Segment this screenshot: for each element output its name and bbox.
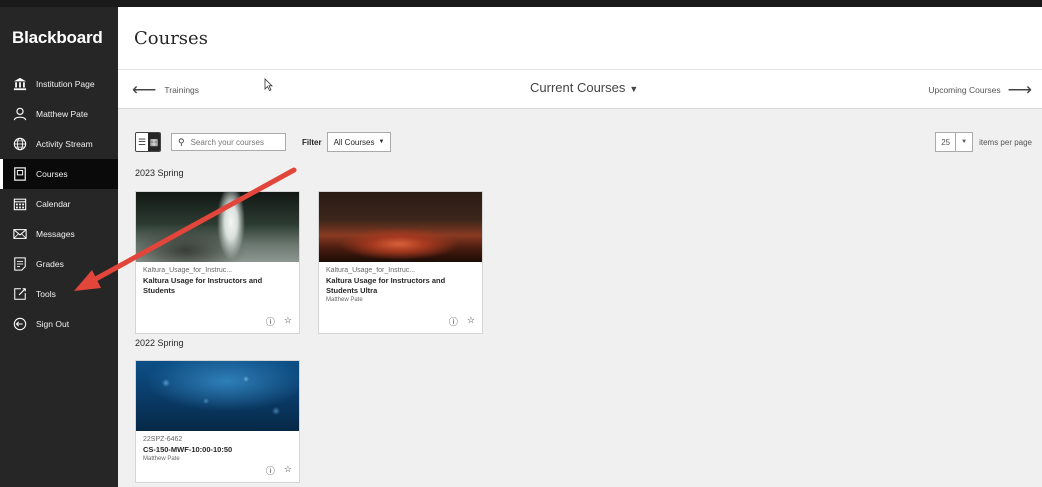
items-per-page-value: 25 <box>936 133 957 151</box>
term-heading: 2023 Spring <box>135 168 184 178</box>
grades-icon <box>13 257 27 271</box>
page-header: Courses <box>118 7 1042 69</box>
sidebar-item-institution-page[interactable]: Institution Page <box>0 69 118 99</box>
current-courses-label: Current Courses <box>530 80 626 95</box>
caret-down-icon: ▼ <box>961 139 968 145</box>
favorite-star-icon[interactable]: ☆ <box>284 315 292 328</box>
filter-label: Filter <box>302 137 322 147</box>
page-title: Courses <box>134 27 208 49</box>
course-card[interactable]: 22SPZ-6462 CS-150-MWF-10:00-10:50 Matthe… <box>135 360 300 483</box>
arrow-right-icon: ⟶ <box>1007 80 1032 99</box>
favorite-star-icon[interactable]: ☆ <box>467 315 475 328</box>
course-actions: ⓘ ☆ <box>266 315 292 328</box>
sidebar-item-label: Messages <box>36 229 75 239</box>
course-image <box>319 192 482 262</box>
sidebar-item-label: Tools <box>36 289 56 299</box>
institution-icon <box>13 77 27 91</box>
current-courses-dropdown[interactable]: Current Courses ▼ <box>530 80 638 95</box>
filter-value: All Courses <box>333 137 375 147</box>
course-toolbar: ☰ ▦ ⚲ Search your courses Filter All Cou… <box>135 132 392 152</box>
globe-icon <box>13 137 27 151</box>
info-icon[interactable]: ⓘ <box>266 464 275 477</box>
sidebar-item-label: Courses <box>36 169 68 179</box>
sidebar-item-messages[interactable]: Messages <box>0 219 118 249</box>
envelope-icon <box>13 227 27 241</box>
course-card-body: Kaltura_Usage_for_Instruc... Kaltura Usa… <box>136 262 299 302</box>
sidebar-item-label: Matthew Pate <box>36 109 88 119</box>
info-icon[interactable]: ⓘ <box>266 315 275 328</box>
brand-logo[interactable]: Blackboard <box>0 7 118 69</box>
course-image <box>136 192 299 262</box>
sidebar-item-label: Sign Out <box>36 319 70 329</box>
sidebar-item-label: Grades <box>36 259 64 269</box>
next-term-link[interactable]: Upcoming Courses ⟶ <box>928 81 1032 98</box>
course-instructor: Matthew Pate <box>326 296 363 303</box>
term-navigation: ⟵ Trainings Current Courses ▼ Upcoming Co… <box>118 69 1042 109</box>
sidebar-item-activity-stream[interactable]: Activity Stream <box>0 129 118 159</box>
info-icon[interactable]: ⓘ <box>449 315 458 328</box>
next-term-label: Upcoming Courses <box>928 84 1001 95</box>
sidebar-item-label: Calendar <box>36 199 71 209</box>
course-instructor: Matthew Pate <box>143 455 180 462</box>
search-placeholder: Search your courses <box>190 137 264 147</box>
items-per-page: 25 ▼ items per page <box>935 132 1032 152</box>
tools-icon <box>13 287 27 301</box>
sidebar-item-sign-out[interactable]: Sign Out <box>0 309 118 339</box>
signout-icon <box>13 317 27 331</box>
mouse-cursor-icon <box>264 78 273 91</box>
course-image <box>136 361 299 431</box>
course-id: Kaltura_Usage_for_Instruc... <box>326 267 416 274</box>
course-name[interactable]: Kaltura Usage for Instructors and Studen… <box>143 276 288 296</box>
main-content: Courses ⟵ Trainings Current Courses ▼ Upc… <box>118 7 1042 487</box>
caret-down-icon: ▼ <box>378 139 385 145</box>
course-name[interactable]: Kaltura Usage for Instructors and Studen… <box>326 276 471 296</box>
sidebar-item-label: Institution Page <box>36 79 95 89</box>
filter-select[interactable]: All Courses ▼ <box>326 132 392 152</box>
arrow-left-icon: ⟵ <box>132 80 157 99</box>
items-per-page-select[interactable]: 25 ▼ <box>935 132 974 152</box>
course-card-body: Kaltura_Usage_for_Instruc... Kaltura Usa… <box>319 262 482 308</box>
favorite-star-icon[interactable]: ☆ <box>284 464 292 477</box>
grid-view-icon[interactable]: ▦ <box>148 133 160 151</box>
course-card[interactable]: Kaltura_Usage_for_Instruc... Kaltura Usa… <box>135 191 300 334</box>
sidebar-item-profile[interactable]: Matthew Pate <box>0 99 118 129</box>
course-card-body: 22SPZ-6462 CS-150-MWF-10:00-10:50 Matthe… <box>136 431 299 467</box>
list-view-icon[interactable]: ☰ <box>136 133 148 151</box>
sidebar-item-calendar[interactable]: Calendar <box>0 189 118 219</box>
search-input[interactable]: ⚲ Search your courses <box>171 133 286 151</box>
previous-term-label: Trainings <box>164 84 200 95</box>
course-name[interactable]: CS-150-MWF-10:00-10:50 <box>143 445 288 455</box>
course-id: Kaltura_Usage_for_Instruc... <box>143 267 233 274</box>
previous-term-link[interactable]: ⟵ Trainings <box>132 81 199 98</box>
course-actions: ⓘ ☆ <box>449 315 475 328</box>
user-icon <box>13 107 27 121</box>
courses-icon <box>13 167 27 181</box>
calendar-icon <box>13 197 27 211</box>
view-toggle: ☰ ▦ <box>135 132 161 152</box>
sidebar-item-label: Activity Stream <box>36 139 93 149</box>
sidebar-item-tools[interactable]: Tools <box>0 279 118 309</box>
course-id: 22SPZ-6462 <box>143 436 183 443</box>
course-actions: ⓘ ☆ <box>266 464 292 477</box>
course-card[interactable]: Kaltura_Usage_for_Instruc... Kaltura Usa… <box>318 191 483 334</box>
sidebar: Blackboard Institution Page Matthew Pate… <box>0 7 118 487</box>
term-heading: 2022 Spring <box>135 338 184 348</box>
items-per-page-label: items per page <box>979 137 1032 147</box>
sidebar-item-courses[interactable]: Courses <box>0 159 118 189</box>
search-icon: ⚲ <box>178 136 185 147</box>
caret-down-icon: ▼ <box>629 84 639 94</box>
sidebar-item-grades[interactable]: Grades <box>0 249 118 279</box>
